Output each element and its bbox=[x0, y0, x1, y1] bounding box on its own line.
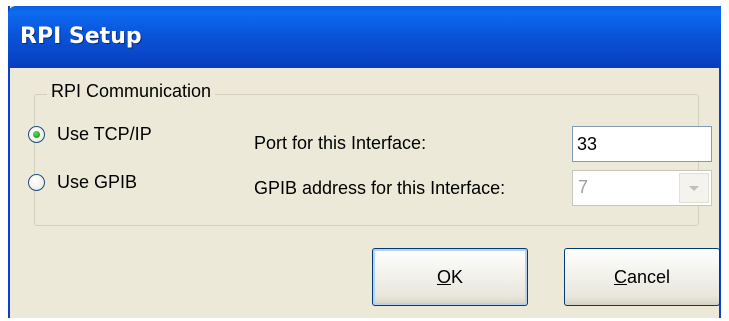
window-title: RPI Setup bbox=[20, 24, 142, 49]
port-label: Port for this Interface: bbox=[254, 133, 427, 153]
cancel-mnemonic: C bbox=[613, 266, 627, 287]
cancel-label-rest: ancel bbox=[626, 266, 671, 287]
radio-label-tcpip: Use TCP/IP bbox=[57, 124, 152, 144]
ok-button-label: OK bbox=[437, 267, 463, 288]
gpib-address-dropdown[interactable]: 7 bbox=[572, 170, 712, 206]
gpib-address-value: 7 bbox=[578, 177, 589, 197]
gpib-address-label: GPIB address for this Interface: bbox=[254, 178, 506, 198]
radio-use-gpib[interactable]: Use GPIB bbox=[28, 172, 137, 193]
cancel-button-label: Cancel bbox=[614, 267, 670, 288]
ok-button[interactable]: OK bbox=[372, 248, 528, 306]
radio-button-unchecked-icon[interactable] bbox=[28, 174, 45, 191]
radio-button-checked-icon[interactable] bbox=[28, 126, 45, 143]
chevron-down-icon bbox=[689, 185, 699, 191]
ok-label-rest: K bbox=[451, 266, 464, 287]
ok-mnemonic: O bbox=[436, 266, 451, 287]
cancel-button[interactable]: Cancel bbox=[564, 248, 720, 306]
group-legend: RPI Communication bbox=[47, 81, 216, 102]
radio-use-tcpip[interactable]: Use TCP/IP bbox=[28, 124, 152, 145]
title-bar[interactable]: RPI Setup bbox=[8, 6, 721, 68]
port-input[interactable] bbox=[572, 126, 712, 162]
rpi-setup-dialog: RPI Setup RPI Communication Use TCP/IP U… bbox=[8, 6, 721, 318]
radio-label-gpib: Use GPIB bbox=[57, 172, 138, 192]
dropdown-button[interactable] bbox=[679, 173, 709, 203]
